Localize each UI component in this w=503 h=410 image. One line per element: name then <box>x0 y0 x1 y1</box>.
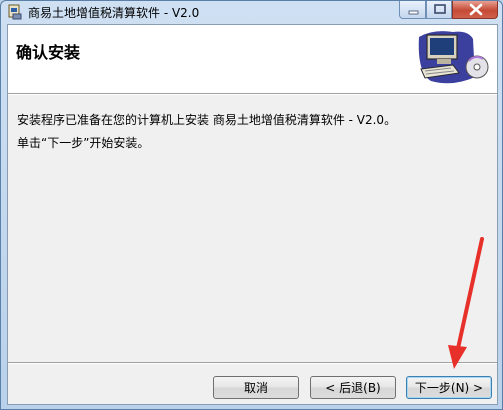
dialog-client-area: 确认安装 安装程序已准备在您的计算机上安装 商易土地增值税清算软件 - V2.0… <box>7 24 498 405</box>
back-button[interactable]: < 后退(B) <box>310 376 396 399</box>
window-title: 商易土地增值税清算软件 - V2.0 <box>28 6 200 20</box>
maximize-icon <box>434 4 446 14</box>
header-divider <box>8 93 497 95</box>
close-icon <box>469 3 483 16</box>
page-title: 确认安装 <box>16 43 81 62</box>
computer-setup-icon <box>413 29 493 89</box>
minimize-icon <box>408 10 419 15</box>
installer-app-icon <box>7 4 23 20</box>
maximize-button[interactable] <box>426 1 452 19</box>
close-button[interactable] <box>452 1 498 19</box>
next-button[interactable]: 下一步(N) > <box>406 376 492 399</box>
header-banner: 确认安装 <box>8 25 497 93</box>
minimize-button[interactable] <box>399 1 426 19</box>
footer-divider <box>8 362 497 364</box>
cancel-button[interactable]: 取消 <box>213 376 299 399</box>
install-instruction-message: 单击“下一步”开始安装。 <box>17 136 150 150</box>
installer-window: 商易土地增值税清算软件 - V2.0 确认安装 安装程序已准备在您的计算机上安装… <box>0 0 503 410</box>
install-ready-message: 安装程序已准备在您的计算机上安装 商易土地增值税清算软件 - V2.0。 <box>17 113 397 127</box>
title-bar[interactable]: 商易土地增值税清算软件 - V2.0 <box>1 1 502 23</box>
